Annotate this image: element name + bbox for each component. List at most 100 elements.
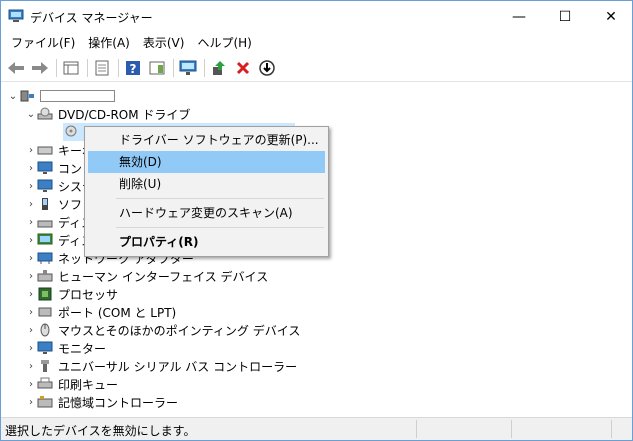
show-hide-tree-button[interactable] [60, 57, 82, 79]
update-driver-icon [213, 60, 225, 75]
tree-item-label: DVD/CD-ROM ドライブ [58, 107, 191, 122]
action-pane-button[interactable] [146, 57, 168, 79]
tree-item-dvd-cd-rom[interactable]: ⌄ DVD/CD-ROM ドライブ [25, 105, 190, 123]
computer-icon [20, 90, 34, 102]
update-driver-button[interactable] [208, 57, 230, 79]
chevron-right-icon[interactable]: › [25, 231, 37, 249]
system-device-icon [37, 179, 53, 192]
toolbar: ? [1, 54, 632, 82]
tree-item-usb-controllers[interactable]: › ユニバーサル シリアル バス コントローラー [25, 357, 297, 375]
chevron-right-icon[interactable]: › [25, 267, 37, 285]
printer-icon [37, 377, 53, 389]
tree-root[interactable]: ⌄ [7, 87, 115, 105]
status-bar: 選択したデバイスを無効にします。 [1, 417, 632, 440]
maximize-button[interactable]: ☐ [542, 1, 588, 32]
device-manager-window: デバイス マネージャー — ☐ ✕ ファイル(F) 操作(A) 表示(V) ヘル… [0, 0, 633, 441]
tree-item-label: 記憶域コントローラー [58, 395, 179, 410]
chevron-right-icon[interactable]: › [25, 249, 37, 267]
back-button[interactable] [5, 57, 27, 79]
computer-name-box [40, 90, 115, 102]
menu-view[interactable]: 表示(V) [137, 33, 191, 53]
help-button[interactable]: ? [122, 57, 144, 79]
tree-item-label: ヒューマン インターフェイス デバイス [58, 269, 269, 284]
chevron-right-icon[interactable]: › [25, 141, 37, 159]
context-menu: ドライバー ソフトウェアの更新(P)... 無効(D) 削除(U) ハードウェア… [84, 126, 329, 257]
monitor-icon [37, 161, 53, 174]
display-adapter-icon [37, 233, 53, 245]
menu-file[interactable]: ファイル(F) [5, 33, 81, 53]
red-x-icon [236, 61, 250, 74]
chevron-right-icon[interactable]: › [25, 393, 37, 411]
context-properties[interactable]: プロパティ(R) [88, 231, 325, 253]
status-text: 選択したデバイスを無効にします。 [5, 424, 196, 438]
properties-toolbar-button[interactable] [91, 57, 113, 79]
chevron-down-icon[interactable]: ⌄ [25, 105, 37, 123]
context-scan-hardware[interactable]: ハードウェア変更のスキャン(A) [88, 202, 325, 224]
tree-item-monitors[interactable]: › モニター [25, 339, 106, 357]
disk-drive-icon [37, 220, 53, 228]
chevron-right-icon[interactable]: › [25, 303, 37, 321]
keyboard-icon [37, 146, 53, 155]
chevron-right-icon[interactable]: › [25, 177, 37, 195]
device-manager-icon [8, 9, 24, 23]
mouse-icon [40, 323, 50, 337]
menu-action[interactable]: 操作(A) [82, 33, 136, 53]
menu-help[interactable]: ヘルプ(H) [191, 33, 257, 53]
tree-item-label: プロセッサ [58, 287, 119, 302]
chevron-right-icon[interactable]: › [25, 213, 37, 231]
chevron-right-icon[interactable]: › [25, 195, 37, 213]
software-device-icon [42, 198, 48, 210]
arrow-right-icon [32, 61, 48, 74]
context-separator [116, 227, 324, 228]
toolbar-separator [173, 58, 174, 77]
chevron-right-icon[interactable]: › [25, 357, 37, 375]
port-icon [38, 307, 52, 317]
chevron-right-icon[interactable]: › [25, 285, 37, 303]
chevron-down-icon[interactable]: ⌄ [7, 87, 19, 105]
tree-item-label: モニター [58, 341, 107, 356]
context-uninstall[interactable]: 削除(U) [88, 173, 325, 195]
window-title: デバイス マネージャー [30, 11, 153, 25]
arrow-left-icon [8, 61, 24, 74]
tree-item-mice[interactable]: › マウスとそのほかのポインティング デバイス [25, 321, 300, 339]
processor-icon [38, 287, 52, 301]
network-adapter-icon [37, 252, 53, 264]
action-pane-icon [149, 61, 165, 74]
disable-device-button[interactable] [256, 57, 278, 79]
menu-bar: ファイル(F) 操作(A) 表示(V) ヘルプ(H) [1, 32, 632, 54]
uninstall-button[interactable] [232, 57, 254, 79]
hid-icon [37, 270, 53, 282]
toolbar-separator [118, 58, 119, 77]
help-icon: ? [126, 60, 140, 76]
minimize-button[interactable]: — [496, 1, 542, 32]
tree-view-icon [63, 61, 79, 74]
dvd-drive-icon [37, 107, 53, 120]
chevron-right-icon[interactable]: › [25, 339, 37, 357]
context-disable[interactable]: 無効(D) [88, 151, 325, 173]
tree-item-ports[interactable]: › ポート (COM と LPT) [25, 303, 176, 321]
tree-item-processors[interactable]: › プロセッサ [25, 285, 118, 303]
tree-item-hid[interactable]: › ヒューマン インターフェイス デバイス [25, 267, 268, 285]
forward-button[interactable] [29, 57, 51, 79]
context-update-driver[interactable]: ドライバー ソフトウェアの更新(P)... [88, 129, 325, 151]
title-bar: デバイス マネージャー — ☐ ✕ [1, 1, 632, 32]
chevron-right-icon[interactable]: › [25, 375, 37, 393]
svg-text:?: ? [130, 62, 137, 76]
tree-item-storage-controllers[interactable]: › 記憶域コントローラー [25, 393, 178, 411]
chevron-right-icon[interactable]: › [25, 321, 37, 339]
toolbar-separator [204, 58, 205, 77]
scan-hardware-button[interactable] [177, 57, 199, 79]
monitor-scan-icon [179, 60, 197, 75]
close-button[interactable]: ✕ [588, 1, 633, 32]
tree-item-label: 印刷キュー [58, 377, 119, 392]
storage-controller-icon [37, 396, 53, 408]
chevron-right-icon[interactable]: › [25, 159, 37, 177]
toolbar-separator [87, 58, 88, 77]
download-circle-icon [259, 59, 275, 76]
tree-item-label: ユニバーサル シリアル バス コントローラー [58, 359, 298, 374]
tree-item-print-queues[interactable]: › 印刷キュー [25, 375, 118, 393]
tree-item-label: ポート (COM と LPT) [58, 305, 177, 320]
monitor-icon [37, 341, 53, 354]
status-divider [416, 420, 417, 438]
dvd-drive-icon [65, 125, 77, 137]
